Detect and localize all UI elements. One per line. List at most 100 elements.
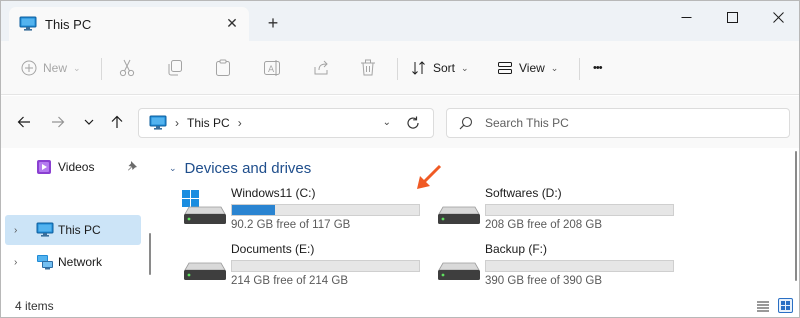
sidebar-item-label: Videos [58,160,95,174]
back-button[interactable] [13,111,35,133]
minimize-button[interactable] [663,1,709,33]
system-drive-icon [182,190,226,224]
divider [579,58,580,80]
command-bar: New ⌄ A Sort ⌄ View ⌄ ••• [1,41,799,95]
file-explorer-window: This PC ✕ + New ⌄ A Sort ⌄ View ⌄ ••• › … [0,0,800,318]
content-pane: ⌄ Devices and drives Windows11 (C:) 90.2… [159,148,799,294]
navigation-pane: Videos › This PC › Network [1,148,159,294]
pin-icon [127,160,138,174]
drive-usage-bar [231,260,420,272]
content-scrollbar[interactable] [795,151,797,281]
minimize-icon [681,16,691,18]
forward-button[interactable] [47,111,69,133]
drive-name: Backup (F:) [485,242,548,256]
new-button[interactable]: New ⌄ [21,54,81,82]
clipboard-icon [216,59,230,76]
more-icon: ••• [593,62,603,74]
rename-icon: A [264,60,280,76]
status-bar: 4 items [1,294,799,317]
search-input[interactable] [485,116,785,130]
copy-button[interactable] [167,54,183,82]
drive-tile[interactable]: Documents (E:) 214 GB free of 214 GB [181,242,431,288]
sort-icon [412,61,425,75]
breadcrumb-separator[interactable]: › [238,116,242,130]
address-bar[interactable]: › This PC › ⌄ [138,108,434,138]
drive-tile[interactable]: Softwares (D:) 208 GB free of 208 GB [435,186,685,232]
title-bar: This PC ✕ + [1,1,799,41]
recent-locations-button[interactable] [78,111,100,133]
address-dropdown-icon[interactable]: ⌄ [383,117,391,128]
sidebar-item-label: Network [58,255,103,269]
close-window-button[interactable] [755,1,799,33]
share-icon [314,60,328,75]
tab-this-pc[interactable]: This PC ✕ [9,7,249,41]
drive-free-space: 390 GB free of 390 GB [485,275,602,287]
drive-icon [438,206,480,224]
divider [397,58,398,80]
drive-usage-bar [485,204,674,216]
more-options-button[interactable]: ••• [593,54,603,82]
drive-name: Documents (E:) [231,242,315,256]
arrow-left-icon [17,116,30,128]
sort-button[interactable]: Sort ⌄ [411,54,469,82]
delete-button[interactable] [360,54,376,82]
up-button[interactable] [106,111,128,133]
drive-free-space: 90.2 GB free of 117 GB [231,219,351,231]
close-icon [772,11,784,23]
tiles-view-icon[interactable] [778,298,793,313]
drive-usage-fill [232,205,275,215]
paste-button[interactable] [215,54,231,82]
cut-button[interactable] [119,54,135,82]
search-box[interactable] [446,108,790,138]
refresh-icon[interactable] [405,115,421,131]
this-pc-icon [36,222,54,237]
drive-free-space: 208 GB free of 208 GB [485,219,602,231]
trash-icon [361,59,375,76]
drive-tile[interactable]: Windows11 (C:) 90.2 GB free of 117 GB [181,186,431,232]
sidebar-item-network[interactable]: › Network [5,247,141,277]
videos-folder-icon [37,160,51,174]
item-count: 4 items [15,299,54,313]
expand-chevron-icon[interactable]: › [14,225,17,236]
breadcrumb-separator[interactable]: › [175,116,179,130]
chevron-down-icon: ⌄ [461,62,469,73]
expand-chevron-icon[interactable]: › [14,257,17,268]
view-button[interactable]: View ⌄ [497,54,558,82]
chevron-down-icon: ⌄ [73,62,81,73]
tab-close-icon[interactable]: ✕ [225,16,239,30]
chevron-down-icon: ⌄ [169,163,177,173]
rename-button[interactable]: A [263,54,281,82]
divider [101,58,102,80]
maximize-icon [726,11,738,23]
drive-usage-bar [231,204,420,216]
new-tab-button[interactable]: + [263,13,283,33]
chevron-down-icon [84,119,94,125]
drive-tile[interactable]: Backup (F:) 390 GB free of 390 GB [435,242,685,288]
tiles-glyph-icon [781,301,790,310]
group-title: Devices and drives [184,160,312,177]
details-view-icon[interactable] [756,299,770,313]
sort-label: Sort [433,61,456,75]
sidebar-item-this-pc[interactable]: › This PC [5,215,141,245]
breadcrumb-this-pc[interactable]: This PC [187,116,230,130]
new-label: New [43,61,68,75]
sidebar-item-label: This PC [58,223,101,237]
share-button[interactable] [312,54,330,82]
tab-title: This PC [45,16,92,32]
scissors-icon [119,59,135,77]
drive-icon [438,262,480,280]
drive-usage-bar [485,260,674,272]
network-icon [37,255,53,270]
this-pc-icon [149,115,167,130]
chevron-down-icon: ⌄ [550,62,559,73]
maximize-button[interactable] [709,1,755,33]
arrow-right-icon [52,116,65,128]
group-header-devices[interactable]: ⌄ Devices and drives [169,160,311,177]
svg-text:A: A [268,65,275,75]
navigation-bar: › This PC › ⌄ [1,96,799,148]
sidebar-scrollbar[interactable] [149,233,151,275]
view-label: View [519,61,545,75]
drive-free-space: 214 GB free of 214 GB [231,275,348,287]
drive-icon [184,262,226,280]
sidebar-item-videos[interactable]: Videos [5,152,141,182]
